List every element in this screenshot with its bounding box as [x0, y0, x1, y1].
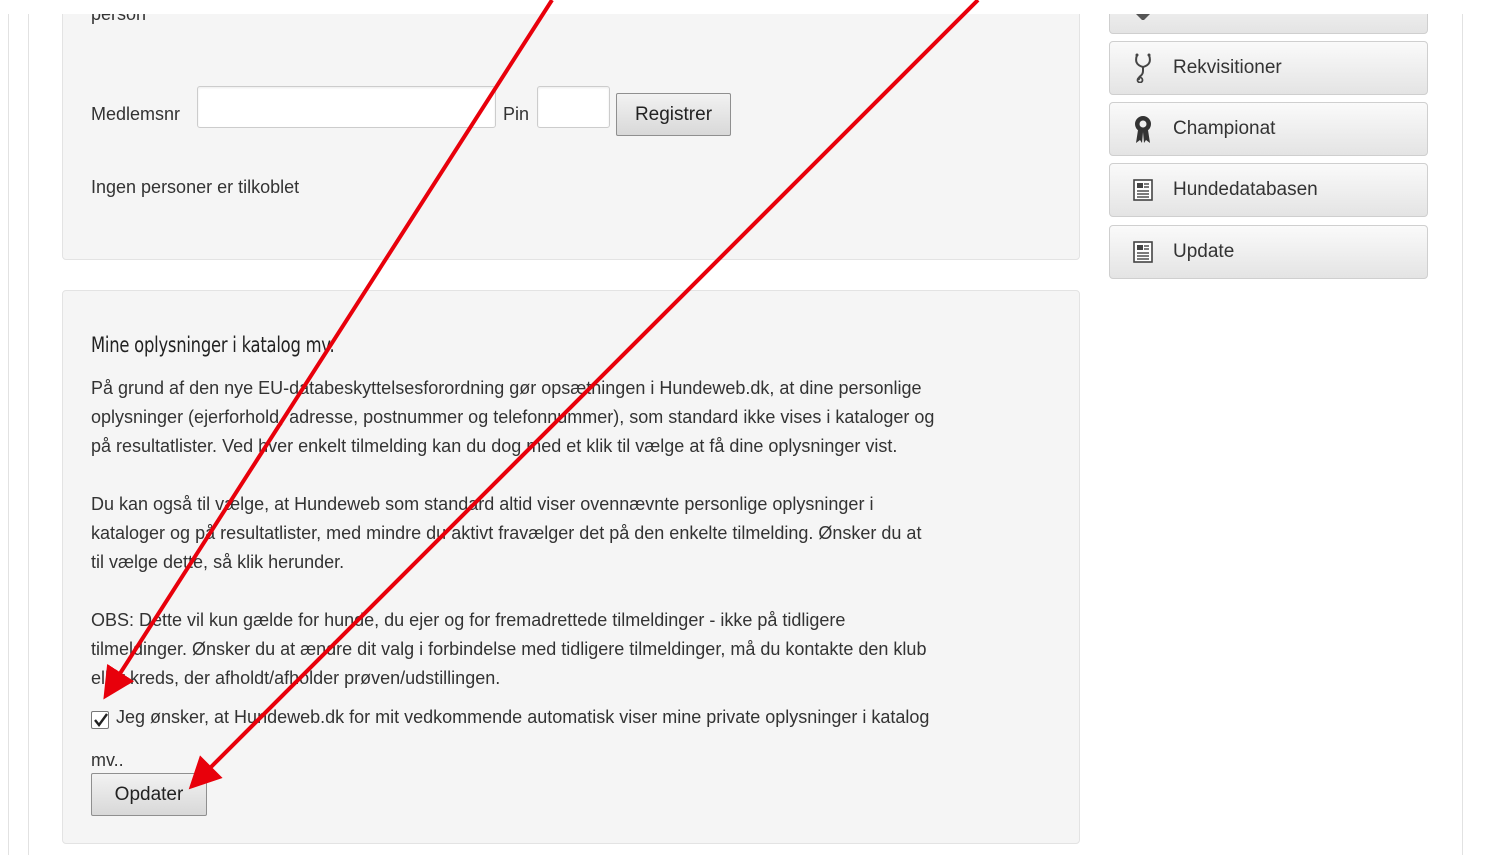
paragraph-line: På grund af den nye EU-databeskyttelsesf…: [91, 378, 922, 398]
checkbox-label: Jeg ønsker, at Hundeweb.dk for mit vedko…: [116, 707, 930, 727]
paragraph-line: på resultatlister. Ved hver enkelt tilme…: [91, 436, 898, 456]
sidebar-item-label: Rekvisitioner: [1173, 57, 1282, 78]
member-number-input[interactable]: [197, 86, 496, 128]
paragraph-line: tilmeldinger. Ønsker du at ændre dit val…: [91, 639, 927, 659]
paragraph-line: Du kan også til vælge, at Hundeweb som s…: [91, 494, 874, 514]
sidebar-item-hundedatabasen[interactable]: Hundedatabasen: [1109, 163, 1428, 217]
paragraph-line: kataloger og på resultatlister, med mind…: [91, 523, 922, 543]
page-border-inner: [28, 14, 29, 855]
page-border-left: [8, 14, 9, 855]
paragraph-line: OBS: Dette vil kun gælde for hunde, du e…: [91, 610, 846, 630]
award-icon: [1133, 116, 1153, 143]
pin-label: Pin: [503, 104, 530, 124]
checkmark-icon: [94, 713, 108, 727]
show-private-info-checkbox[interactable]: [91, 711, 109, 729]
sidebar-item-label: Hundedatabasen: [1173, 179, 1318, 200]
paragraph-gdpr: På grund af den nye EU-databeskyttelsesf…: [91, 374, 1051, 461]
sidebar-item-championat[interactable]: Championat: [1109, 102, 1428, 156]
document-icon: [1133, 239, 1153, 265]
connected-status-text: Ingen personer er tilkoblet: [91, 177, 300, 197]
sidebar-item-rekvisitioner[interactable]: Rekvisitioner: [1109, 41, 1428, 95]
paragraph-line: til vælge dette, så klik herunder.: [91, 552, 345, 572]
paragraph-line: eller kreds, der afholdt/afholder prøven…: [91, 668, 501, 688]
paragraph-opt-in: Du kan også til vælge, at Hundeweb som s…: [91, 490, 1051, 577]
top-edge: [0, 0, 1485, 14]
page-border-right: [1462, 14, 1463, 855]
catalog-heading: Mine oplysninger i katalog mv.: [91, 333, 335, 357]
member-number-label: Medlemsnr: [91, 104, 181, 124]
paragraph-line: oplysninger (ejerforhold, adresse, postn…: [91, 407, 935, 427]
checkbox-label-continued: mv..: [91, 750, 124, 770]
document-icon: [1133, 177, 1153, 203]
register-button[interactable]: Registrer: [616, 93, 731, 136]
connect-person-panel: [62, 0, 1080, 260]
update-button[interactable]: Opdater: [91, 773, 207, 816]
pin-input[interactable]: [537, 86, 610, 128]
paragraph-obs: OBS: Dette vil kun gælde for hunde, du e…: [91, 606, 1051, 693]
sidebar-item-update[interactable]: Update: [1109, 225, 1428, 279]
stethoscope-icon: [1133, 53, 1153, 83]
sidebar-item-label: Update: [1173, 241, 1235, 262]
sidebar-item-label: Championat: [1173, 118, 1276, 139]
